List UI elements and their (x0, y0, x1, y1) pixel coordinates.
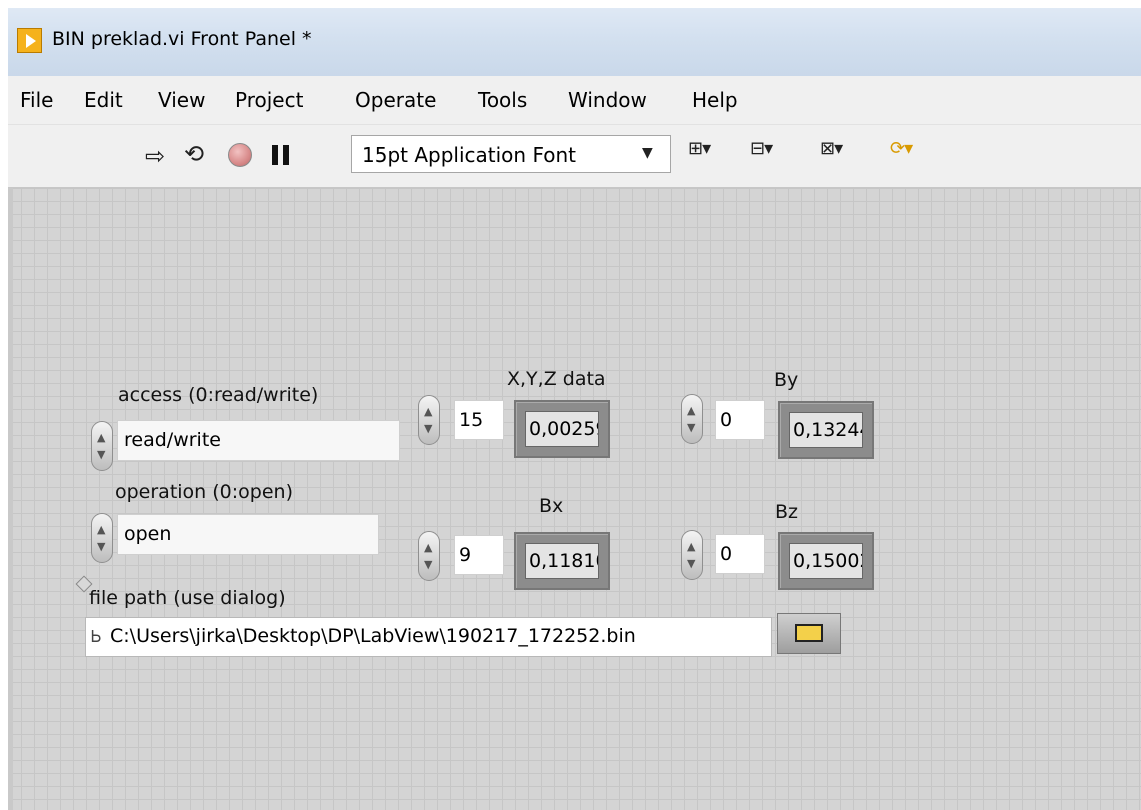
browse-button[interactable] (777, 613, 841, 654)
operation-label: operation (0:open) (115, 481, 293, 503)
arrow-up-icon[interactable]: ▲ (424, 542, 432, 553)
arrow-up-icon[interactable]: ▲ (97, 524, 105, 535)
by-index-input[interactable]: 0 (715, 400, 765, 440)
bx-index-increment-decrement[interactable]: ▲ ▼ (418, 531, 440, 581)
menu-tools[interactable]: Tools (478, 88, 527, 112)
panel-left-edge (8, 188, 13, 810)
access-enum-value[interactable]: read/write (117, 420, 400, 461)
bx-label: Bx (539, 495, 564, 517)
file-path-label: file path (use dialog) (89, 587, 286, 609)
menu-project[interactable]: Project (235, 88, 303, 112)
bz-index-input[interactable]: 0 (715, 534, 765, 574)
folder-icon (795, 624, 823, 642)
bx-indicator: 0,118105 (514, 532, 610, 590)
chevron-down-icon: ▼ (642, 145, 653, 161)
menu-bar: File Edit View Project Operate Tools Win… (8, 76, 1141, 125)
arrow-up-icon[interactable]: ▲ (687, 405, 695, 416)
file-path-value: C:\Users\jirka\Desktop\DP\LabView\190217… (110, 625, 636, 647)
bz-indicator: 0,150027 (778, 532, 874, 590)
by-indicator: 0,132448 (778, 401, 874, 459)
xyz-data-label: X,Y,Z data (507, 368, 606, 390)
arrow-down-icon[interactable]: ▼ (687, 422, 695, 433)
path-type-icon: Ꮟ (91, 627, 102, 646)
arrow-up-icon[interactable]: ▲ (97, 432, 105, 443)
by-label: By (774, 369, 799, 391)
menu-operate[interactable]: Operate (355, 88, 436, 112)
menu-edit[interactable]: Edit (84, 88, 123, 112)
window-title: BIN preklad.vi Front Panel * (52, 28, 312, 50)
bx-value: 0,118105 (525, 543, 599, 579)
xyz-index-increment-decrement[interactable]: ▲ ▼ (418, 395, 440, 445)
menu-window[interactable]: Window (568, 88, 647, 112)
bx-index-input[interactable]: 9 (454, 535, 504, 575)
xyz-data-value: 0,002594 (525, 411, 599, 447)
access-label: access (0:read/write) (118, 384, 319, 406)
arrow-down-icon[interactable]: ▼ (424, 423, 432, 434)
labview-app-icon (17, 28, 42, 53)
font-select[interactable]: 15pt Application Font ▼ (351, 135, 671, 173)
resize-objects-icon[interactable]: ⊠▾ (820, 138, 843, 159)
operation-increment-decrement[interactable]: ▲ ▼ (91, 513, 113, 563)
menu-help[interactable]: Help (692, 88, 738, 112)
pause-icon[interactable] (272, 145, 290, 165)
menu-file[interactable]: File (20, 88, 53, 112)
arrow-down-icon[interactable]: ▼ (424, 559, 432, 570)
run-arrow-icon[interactable]: ⇨ (145, 142, 165, 170)
abort-icon[interactable] (228, 143, 252, 167)
arrow-down-icon[interactable]: ▼ (687, 558, 695, 569)
xyz-data-indicator: 0,002594 (514, 400, 610, 458)
reorder-icon[interactable]: ⟳▾ (890, 138, 913, 159)
file-path-input[interactable]: Ꮟ C:\Users\jirka\Desktop\DP\LabView\1902… (85, 617, 772, 657)
operation-enum-value[interactable]: open (117, 514, 379, 555)
distribute-objects-icon[interactable]: ⊟▾ (750, 138, 773, 159)
align-objects-icon[interactable]: ⊞▾ (688, 138, 711, 159)
bz-label: Bz (775, 501, 799, 523)
labview-window: BIN preklad.vi Front Panel * File Edit V… (8, 8, 1141, 810)
font-select-value: 15pt Application Font (362, 143, 576, 167)
bz-value: 0,150027 (789, 543, 863, 579)
toolbar: ⇨ ⟲ 15pt Application Font ▼ ⊞▾ ⊟▾ ⊠▾ ⟳▾ (8, 125, 1141, 188)
menu-view[interactable]: View (158, 88, 205, 112)
by-index-increment-decrement[interactable]: ▲ ▼ (681, 394, 703, 444)
by-value: 0,132448 (789, 412, 863, 448)
access-increment-decrement[interactable]: ▲ ▼ (91, 421, 113, 471)
run-continuously-icon[interactable]: ⟲ (184, 140, 204, 168)
arrow-up-icon[interactable]: ▲ (424, 406, 432, 417)
arrow-down-icon[interactable]: ▼ (97, 541, 105, 552)
title-bar[interactable]: BIN preklad.vi Front Panel * (8, 8, 1141, 76)
bz-index-increment-decrement[interactable]: ▲ ▼ (681, 530, 703, 580)
arrow-up-icon[interactable]: ▲ (687, 541, 695, 552)
xyz-index-input[interactable]: 15 (454, 400, 504, 440)
arrow-down-icon[interactable]: ▼ (97, 449, 105, 460)
